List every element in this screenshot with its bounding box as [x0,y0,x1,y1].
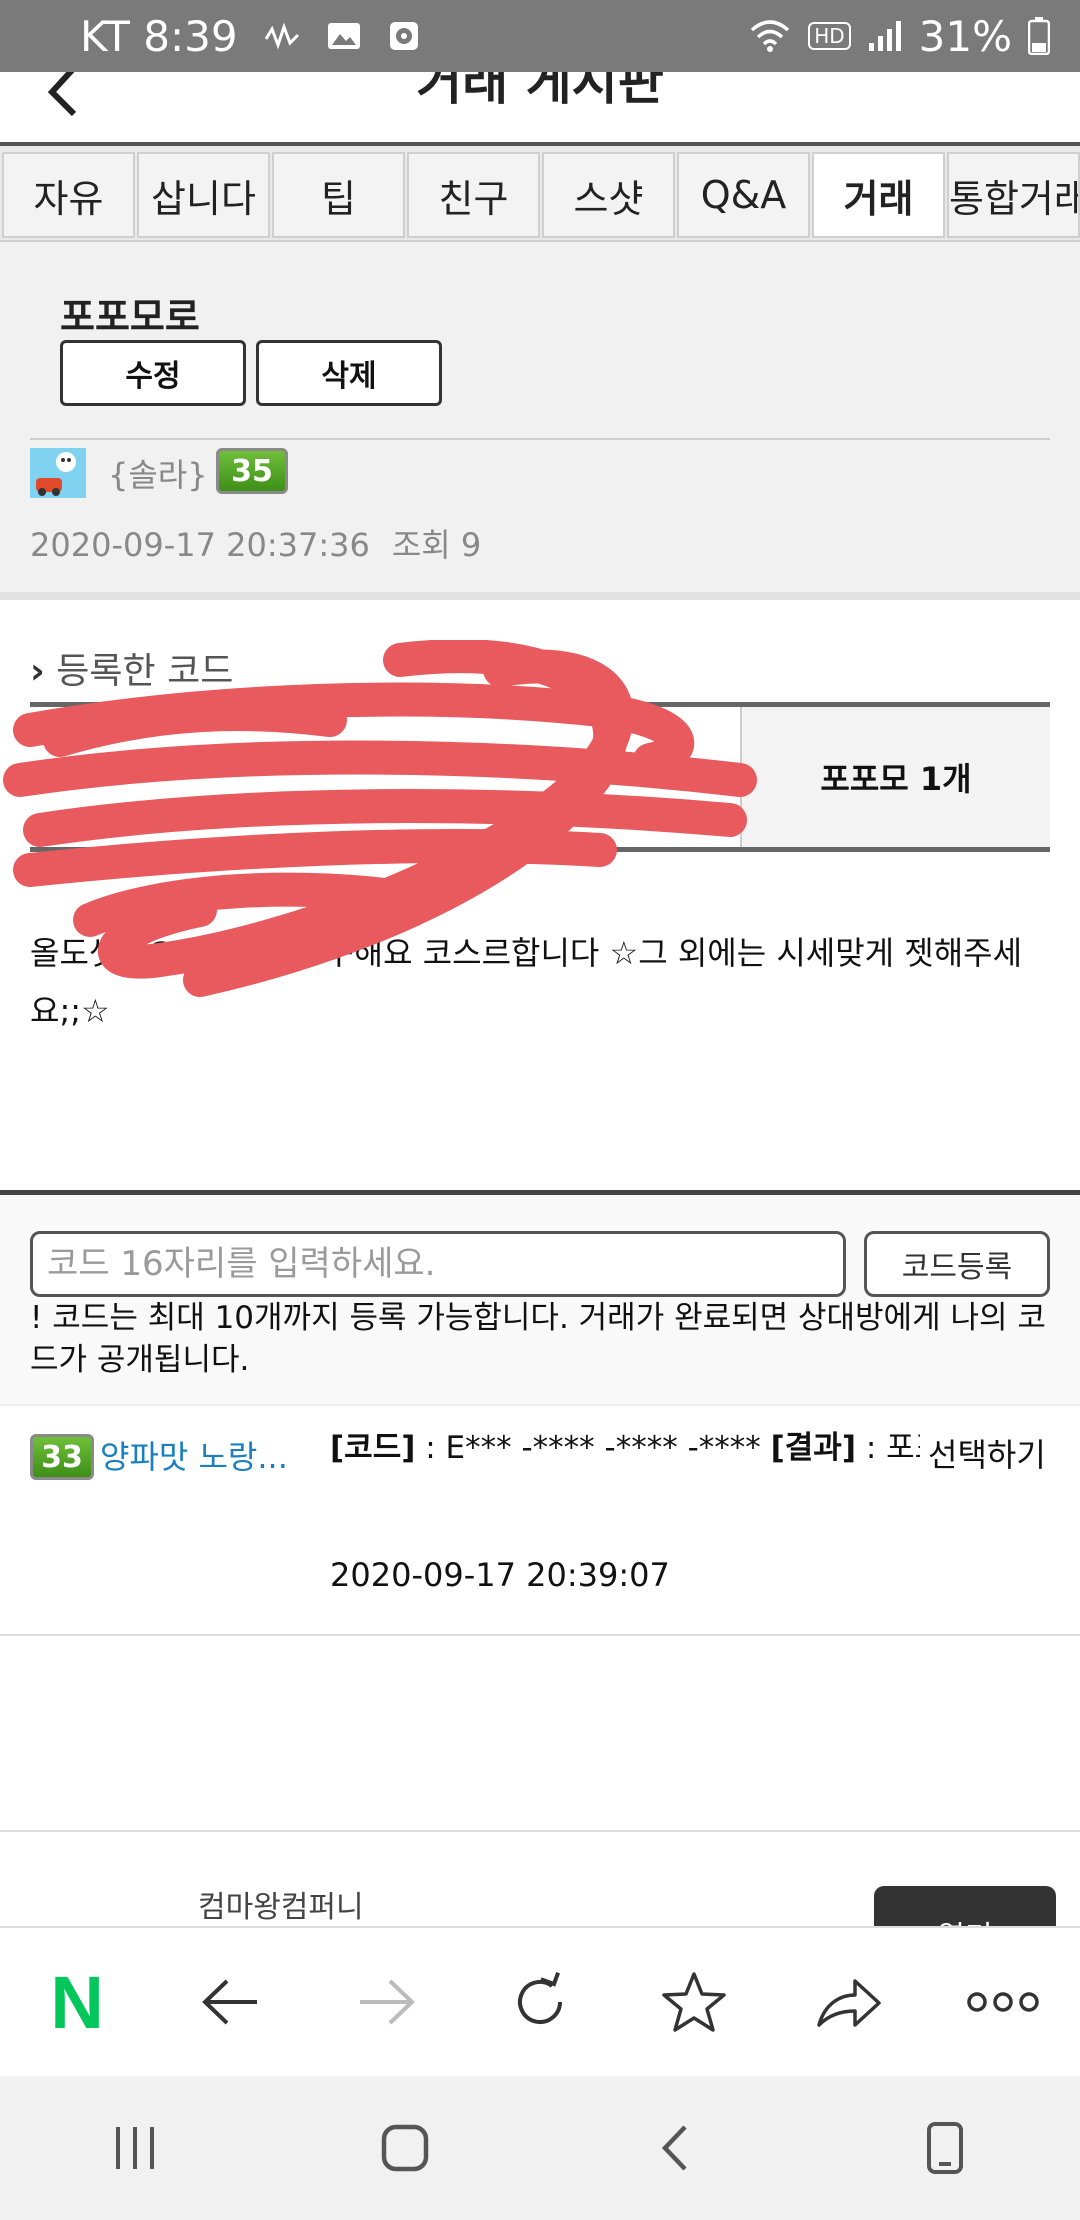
back-arrow-icon[interactable] [181,1952,281,2052]
status-bar: KT 8:39 HD 31% [0,0,1080,72]
tab-screenshots[interactable]: 스샷 [542,152,675,238]
clock-app-icon [388,20,420,52]
edit-button[interactable]: 수정 [60,340,246,406]
result-label: [결과] [770,1430,856,1466]
image-icon [326,20,362,52]
code-notice: ! 코드는 최대 10개까지 등록 가능합니다. 거래가 완료되면 상대방에게 … [30,1300,1046,1378]
carrier-time: KT 8:39 [80,11,238,61]
refresh-icon[interactable] [490,1952,590,2052]
code-input-area: 코드등록 ! 코드는 최대 10개까지 등록 가능합니다. 거래가 완료되면 상… [0,1190,1080,1406]
tab-trade[interactable]: 거래 [812,152,945,238]
commenter-level-badge: 33 [30,1434,94,1480]
home-icon[interactable] [355,2098,455,2198]
post-title: 포포모로 [60,295,200,339]
battery-percent: 31% [918,11,1012,61]
author-level-badge: 35 [216,448,288,494]
avatar [30,448,86,498]
more-options-icon[interactable] [953,1952,1053,2052]
ad-banner[interactable]: 컴마왕컴퍼니 열기 [0,1830,1080,1930]
naver-home-button[interactable]: N [27,1952,127,2052]
battery-icon [1028,17,1050,55]
register-code-button[interactable]: 코드등록 [864,1231,1050,1297]
system-nav-bar [0,2076,1080,2220]
activity-icon [264,21,300,51]
tab-buy[interactable]: 삽니다 [137,152,270,238]
share-icon[interactable] [799,1952,899,2052]
post-body: 올도셋+@(1 1 2 2) 구해요 코스르합니다 ☆그 외에는 시세맞게 젯해… [30,934,1023,1030]
tab-integrated-trade[interactable]: 통합거래 [947,152,1080,238]
comment-date: 2020-09-17 20:39:07 [330,1556,670,1594]
recent-apps-icon[interactable] [85,2098,185,2198]
post-date: 2020-09-17 20:37:36 [30,526,370,564]
bookmark-star-icon[interactable] [644,1952,744,2052]
signal-icon [867,19,903,53]
tab-free[interactable]: 자유 [2,152,135,238]
select-link[interactable]: 선택하기 [920,1430,1046,1476]
page-header: 거래 게시판 [0,72,1080,142]
ad-company-name: 컴마왕컴퍼니 [198,1890,364,1925]
chevron-right-icon: › [30,651,45,692]
keyboard-toggle-icon[interactable] [895,2098,995,2198]
tab-friends[interactable]: 친구 [407,152,540,238]
code-value: : E*** -**** -**** -**** [415,1430,771,1466]
ad-open-button[interactable]: 열기 [874,1886,1056,1930]
code-cell-hidden [30,707,740,847]
tab-qna[interactable]: Q&A [677,152,810,238]
board-tabs: 자유 삽니다 팁 친구 스샷 Q&A 거래 통합거래 [0,142,1080,242]
page-title: 거래 게시판 [416,72,664,111]
system-back-icon[interactable] [625,2098,725,2198]
hd-icon: HD [808,22,851,50]
naver-logo-icon: N [50,1960,104,2044]
code-label: [코드] [330,1430,416,1466]
registered-code-heading: › 등록한 코드 [30,651,234,692]
post-author[interactable]: {솔라} [108,450,208,496]
forward-arrow-icon[interactable] [336,1952,436,2052]
divider [30,438,1050,440]
code-input[interactable] [30,1231,846,1297]
tab-tips[interactable]: 팁 [272,152,405,238]
commenter-name[interactable]: 양파맛 노랑... [100,1432,288,1478]
post-views: 조회 9 [391,526,482,564]
wifi-icon [748,18,792,54]
registered-code-table: 포포모 1개 [30,702,1050,852]
delete-button[interactable]: 삭제 [256,340,442,406]
code-item: 포포모 1개 [740,707,1050,847]
comment-row: 33 양파맛 노랑... [코드] : E*** -**** -**** -**… [0,1406,1080,1636]
post-meta: 2020-09-17 20:37:36 조회 9 [30,520,481,566]
browser-toolbar: N [0,1926,1080,2076]
post-info: 포포모로 수정 삭제 {솔라} 35 2020-09-17 20:37:36 조회… [0,242,1080,600]
